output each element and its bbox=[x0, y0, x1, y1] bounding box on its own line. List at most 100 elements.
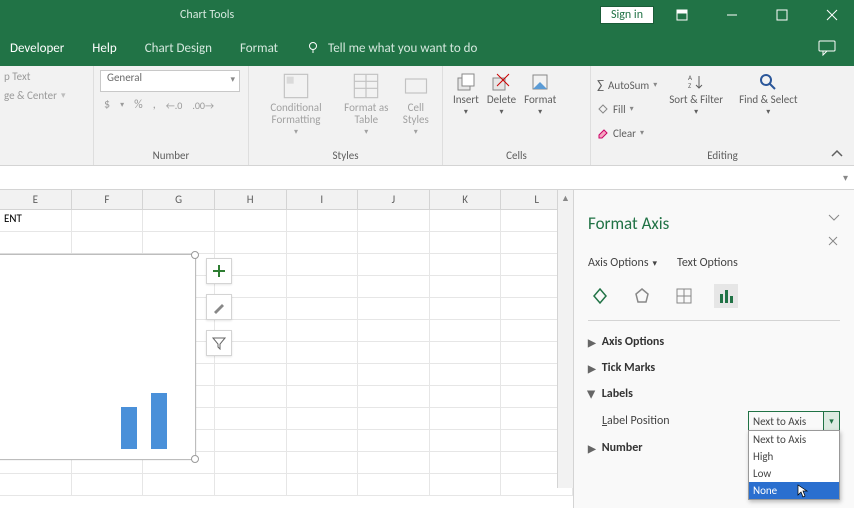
format-as-table-button[interactable]: Format as Table ▾ bbox=[337, 70, 396, 137]
clear-button[interactable]: Clear ▾ bbox=[597, 122, 657, 144]
cell[interactable] bbox=[215, 452, 287, 474]
cell[interactable] bbox=[430, 254, 502, 276]
cell[interactable] bbox=[287, 452, 359, 474]
cell[interactable] bbox=[430, 386, 502, 408]
fill-line-icon[interactable] bbox=[588, 284, 612, 308]
cell[interactable] bbox=[215, 386, 287, 408]
size-properties-icon[interactable] bbox=[672, 284, 696, 308]
cell[interactable] bbox=[430, 430, 502, 452]
cell[interactable] bbox=[430, 452, 502, 474]
cell[interactable] bbox=[430, 210, 502, 232]
maximize-button[interactable] bbox=[760, 0, 804, 30]
tell-me-search[interactable]: Tell me what you want to do bbox=[292, 30, 491, 66]
comma-style-button[interactable]: , bbox=[153, 98, 156, 112]
option-low[interactable]: Low bbox=[749, 465, 839, 482]
column-header[interactable]: J bbox=[358, 190, 430, 209]
cell[interactable] bbox=[358, 276, 430, 298]
chart-styles-button[interactable] bbox=[206, 294, 232, 320]
cell[interactable] bbox=[358, 430, 430, 452]
decrease-decimal-button[interactable]: .00→ bbox=[192, 99, 214, 112]
number-format-select[interactable]: General ▾ bbox=[100, 70, 240, 92]
column-header[interactable]: F bbox=[72, 190, 144, 209]
cell[interactable] bbox=[358, 342, 430, 364]
scroll-up-button[interactable]: ▲ bbox=[558, 190, 573, 206]
axis-options-icon[interactable] bbox=[714, 284, 738, 308]
tab-format[interactable]: Format bbox=[226, 30, 292, 66]
cell[interactable] bbox=[72, 232, 144, 254]
cell[interactable] bbox=[287, 298, 359, 320]
cell[interactable] bbox=[287, 232, 359, 254]
cell-styles-button[interactable]: Cell Styles ▾ bbox=[396, 70, 436, 137]
cell[interactable] bbox=[358, 298, 430, 320]
cell[interactable] bbox=[358, 474, 430, 496]
column-header[interactable]: H bbox=[215, 190, 287, 209]
tab-text-options[interactable]: Text Options bbox=[677, 256, 738, 270]
column-header[interactable]: E bbox=[0, 190, 72, 209]
grid-vertical-scrollbar[interactable]: ▲ bbox=[557, 190, 573, 488]
close-pane-button[interactable] bbox=[828, 236, 840, 246]
wrap-text-button[interactable]: p Text bbox=[4, 70, 30, 83]
column-header[interactable]: I bbox=[287, 190, 359, 209]
tab-axis-options[interactable]: Axis Options ▾ bbox=[588, 256, 657, 270]
chart-elements-button[interactable] bbox=[206, 258, 232, 284]
cell[interactable] bbox=[430, 232, 502, 254]
cell[interactable] bbox=[358, 320, 430, 342]
autosum-button[interactable]: ∑ AutoSum ▾ bbox=[597, 74, 657, 96]
tab-help[interactable]: Help bbox=[78, 30, 130, 66]
cell[interactable] bbox=[0, 232, 72, 254]
delete-button[interactable]: Delete ▾ bbox=[483, 70, 520, 117]
cell[interactable] bbox=[358, 408, 430, 430]
format-button[interactable]: Format ▾ bbox=[520, 70, 560, 117]
cell[interactable] bbox=[287, 210, 359, 232]
find-select-button[interactable]: Find & Select ▾ bbox=[735, 70, 801, 117]
insert-button[interactable]: Insert ▾ bbox=[449, 70, 483, 117]
cell[interactable] bbox=[287, 408, 359, 430]
cell[interactable] bbox=[287, 364, 359, 386]
cell[interactable] bbox=[358, 232, 430, 254]
cell[interactable] bbox=[72, 210, 144, 232]
cell[interactable] bbox=[287, 254, 359, 276]
resize-handle-tr[interactable] bbox=[191, 251, 199, 259]
minimize-button[interactable] bbox=[710, 0, 754, 30]
chart-bar[interactable] bbox=[121, 407, 137, 449]
cell[interactable] bbox=[215, 430, 287, 452]
cell[interactable] bbox=[430, 320, 502, 342]
cell[interactable] bbox=[430, 474, 502, 496]
ribbon-display-options-button[interactable] bbox=[660, 0, 704, 30]
cell[interactable] bbox=[430, 276, 502, 298]
cell[interactable] bbox=[430, 342, 502, 364]
cell[interactable] bbox=[430, 408, 502, 430]
cell[interactable] bbox=[143, 232, 215, 254]
cell[interactable] bbox=[358, 364, 430, 386]
pane-options-button[interactable] bbox=[828, 214, 840, 222]
fill-button[interactable]: Fill ▾ bbox=[597, 98, 657, 120]
chart-bar[interactable] bbox=[151, 393, 167, 449]
section-labels[interactable]: ▶ Labels bbox=[588, 381, 840, 407]
close-button[interactable] bbox=[810, 0, 854, 30]
comments-icon[interactable] bbox=[818, 40, 836, 56]
section-axis-options[interactable]: ▶ Axis Options bbox=[588, 329, 840, 355]
effects-icon[interactable] bbox=[630, 284, 654, 308]
sort-filter-button[interactable]: AZ Sort & Filter ▾ bbox=[665, 70, 727, 117]
label-position-combo[interactable]: Next to Axis ▾ bbox=[748, 411, 840, 431]
cell[interactable]: ENT bbox=[0, 210, 72, 232]
cell[interactable] bbox=[215, 408, 287, 430]
option-next-to-axis[interactable]: Next to Axis bbox=[749, 431, 839, 448]
conditional-formatting-button[interactable]: Conditional Formatting ▾ bbox=[255, 70, 337, 137]
expand-formula-bar-button[interactable]: ▾ bbox=[843, 171, 848, 184]
collapse-ribbon-button[interactable] bbox=[830, 149, 844, 159]
cell[interactable] bbox=[287, 474, 359, 496]
section-tick-marks[interactable]: ▶ Tick Marks bbox=[588, 355, 840, 381]
column-header[interactable]: K bbox=[430, 190, 502, 209]
resize-handle-br[interactable] bbox=[191, 455, 199, 463]
cell[interactable] bbox=[287, 276, 359, 298]
percent-style-button[interactable]: % bbox=[134, 98, 143, 112]
cell[interactable] bbox=[358, 452, 430, 474]
cell[interactable] bbox=[215, 474, 287, 496]
cell[interactable] bbox=[287, 430, 359, 452]
cell[interactable] bbox=[358, 210, 430, 232]
signin-button[interactable]: Sign in bbox=[600, 6, 654, 24]
increase-decimal-button[interactable]: ←.0 bbox=[166, 99, 183, 112]
option-high[interactable]: High bbox=[749, 448, 839, 465]
cell[interactable] bbox=[430, 364, 502, 386]
